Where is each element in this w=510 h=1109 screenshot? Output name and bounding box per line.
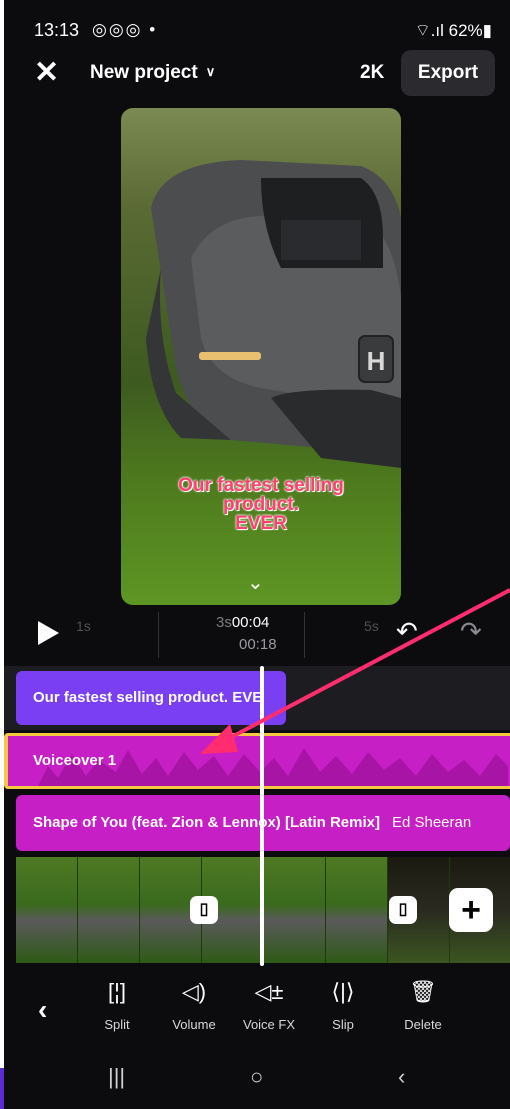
delete-label: Delete xyxy=(404,1017,442,1032)
app-screen: 13:13 ◎◎◎ • ⌔.ıl 62%▮ ✕ New project ∨ 2K … xyxy=(4,0,510,1109)
volume-label: Volume xyxy=(172,1017,216,1032)
annotation-arrow xyxy=(200,588,510,754)
split-icon: [¦] xyxy=(108,979,126,1004)
video-thumbnail xyxy=(264,857,326,963)
slip-label: Slip xyxy=(332,1017,354,1032)
voice-fx-button[interactable]: ◁± Voice FX xyxy=(234,977,304,1032)
transition-icon[interactable]: ▯ xyxy=(190,896,218,924)
volume-button[interactable]: ◁) Volume xyxy=(159,977,229,1032)
slip-button[interactable]: ⟨|⟩ Slip xyxy=(308,977,378,1032)
nav-back-icon[interactable]: ‹ xyxy=(398,1064,405,1090)
corner-accent xyxy=(0,1068,4,1109)
video-thumbnail xyxy=(326,857,388,963)
add-clip-button[interactable]: + xyxy=(449,888,493,932)
recent-apps-icon[interactable]: ||| xyxy=(108,1064,125,1090)
home-icon[interactable]: ○ xyxy=(250,1064,263,1090)
voice-fx-label: Voice FX xyxy=(242,1017,296,1032)
voice-fx-icon: ◁± xyxy=(254,979,284,1004)
video-thumbnail xyxy=(78,857,140,963)
volume-icon: ◁) xyxy=(181,979,207,1004)
delete-button[interactable]: 🗑 Delete xyxy=(388,977,458,1032)
back-icon[interactable]: ‹ xyxy=(38,994,47,1026)
split-label: Split xyxy=(104,1017,130,1032)
delete-icon: 🗑 xyxy=(409,979,437,1004)
transition-icon[interactable]: ▯ xyxy=(389,896,417,924)
slip-icon: ⟨|⟩ xyxy=(331,979,355,1004)
video-thumbnail xyxy=(16,857,78,963)
split-button[interactable]: [¦] Split xyxy=(82,977,152,1032)
music-title: Shape of You (feat. Zion & Lennox) [Lati… xyxy=(33,814,380,831)
music-artist: Ed Sheeran xyxy=(391,814,472,831)
